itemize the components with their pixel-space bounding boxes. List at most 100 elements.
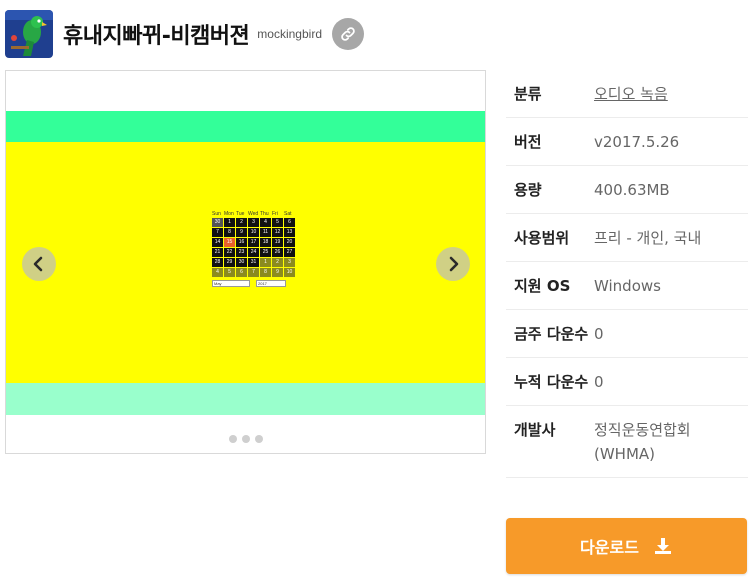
calendar-day[interactable]: 26 <box>272 248 283 257</box>
info-label: 분류 <box>514 85 542 103</box>
calendar-day[interactable]: 14 <box>212 238 223 247</box>
calendar-day[interactable]: 2 <box>236 218 247 227</box>
chevron-left-icon <box>33 256 43 272</box>
info-value: 프리 - 개인, 국내 <box>594 229 702 247</box>
info-label: 용량 <box>514 181 542 199</box>
slide-band-bottom <box>6 383 485 415</box>
calendar-day[interactable]: 23 <box>236 248 247 257</box>
info-value: 0 <box>594 373 604 391</box>
calendar-day[interactable]: 19 <box>272 238 283 247</box>
calendar-day[interactable]: 13 <box>284 228 295 237</box>
app-header: 휴내지빠뀌-비캠버젼 mockingbird <box>5 10 745 58</box>
app-author[interactable]: mockingbird <box>257 27 322 41</box>
calendar-day[interactable]: 3 <box>284 258 295 267</box>
calendar-day[interactable]: 27 <box>284 248 295 257</box>
calendar-day[interactable]: 15 <box>224 238 235 247</box>
info-row: 용량 400.63MB <box>506 166 748 214</box>
info-label: 사용범위 <box>514 229 570 247</box>
calendar-day[interactable]: 25 <box>260 248 271 257</box>
info-value: 정직운동연합회(WHMA) <box>594 421 691 463</box>
calendar-day[interactable]: 4 <box>260 218 271 227</box>
chevron-right-icon <box>449 256 459 272</box>
info-value: 0 <box>594 325 604 343</box>
info-value: Windows <box>594 277 661 295</box>
calendar-day[interactable]: 16 <box>236 238 247 247</box>
calendar-day[interactable]: 8 <box>224 228 235 237</box>
calendar-day[interactable]: 9 <box>236 228 247 237</box>
calendar-day[interactable]: 1 <box>260 258 271 267</box>
info-label: 누적 다운수 <box>514 373 589 391</box>
info-row: 버전 v2017.5.26 <box>506 118 748 166</box>
calendar-day[interactable]: 24 <box>248 248 259 257</box>
info-row: 누적 다운수 0 <box>506 358 748 406</box>
calendar-day[interactable]: 21 <box>212 248 223 257</box>
slide-band-top <box>6 111 485 142</box>
calendar-day[interactable]: 22 <box>224 248 235 257</box>
calendar-day[interactable]: 6 <box>284 218 295 227</box>
info-row: 지원 OS Windows <box>506 262 748 310</box>
pagination-dot[interactable] <box>254 435 263 443</box>
calendar-day[interactable]: 11 <box>260 228 271 237</box>
calendar-day[interactable]: 20 <box>284 238 295 247</box>
calendar-weekday: Fri <box>272 211 278 217</box>
download-button[interactable]: 다운로드 <box>506 518 747 574</box>
calendar-weekday: Wed <box>248 211 259 217</box>
month-select[interactable]: May <box>212 280 250 287</box>
pagination-dot[interactable] <box>228 435 237 443</box>
pagination-dot[interactable] <box>241 435 250 443</box>
calendar-day[interactable]: 5 <box>224 268 235 277</box>
download-label: 다운로드 <box>580 538 639 557</box>
screenshot-gallery: Sun Mon Tue Wed Thu Fri Sat 30 1 2 3 4 5 6 7 8 9 10 11 12 1… <box>5 70 486 454</box>
parrot-app-icon <box>5 10 53 58</box>
app-title: 휴내지빠뀌-비캠버젼 <box>63 24 250 49</box>
calendar-weekday: Mon <box>224 211 234 217</box>
category-link[interactable]: 오디오 녹음 <box>594 82 668 106</box>
calendar-day[interactable]: 30 <box>236 258 247 267</box>
calendar-weekdays: Sun Mon Tue Wed Thu Fri Sat <box>212 211 294 217</box>
app-info-panel: 분류 오디오 녹음버전 v2017.5.26 용량 400.63MB 사용범위 프리 - 개… <box>506 70 748 478</box>
info-value: 400.63MB <box>594 181 670 199</box>
calendar-day[interactable]: 29 <box>224 258 235 267</box>
calendar-day[interactable]: 7 <box>248 268 259 277</box>
calendar-day[interactable]: 10 <box>284 268 295 277</box>
calendar-weekday: Sun <box>212 211 221 217</box>
calendar-day[interactable]: 8 <box>260 268 271 277</box>
calendar-day[interactable]: 2 <box>272 258 283 267</box>
link-icon <box>341 27 355 41</box>
info-row: 개발사 정직운동연합회(WHMA) <box>506 406 748 478</box>
info-label: 버전 <box>514 133 542 151</box>
calendar-day[interactable]: 7 <box>212 228 223 237</box>
info-row: 사용범위 프리 - 개인, 국내 <box>506 214 748 262</box>
calendar-weekday: Tue <box>236 211 245 217</box>
calendar-day[interactable]: 12 <box>272 228 283 237</box>
calendar-day[interactable]: 31 <box>248 258 259 267</box>
calendar-day[interactable]: 28 <box>212 258 223 267</box>
calendar-day[interactable]: 10 <box>248 228 259 237</box>
info-label: 금주 다운수 <box>514 325 589 343</box>
calendar-weekday: Sat <box>284 211 292 217</box>
calendar-day[interactable]: 1 <box>224 218 235 227</box>
calendar-day[interactable]: 4 <box>212 268 223 277</box>
calendar-weekday: Thu <box>260 211 269 217</box>
calendar-day[interactable]: 18 <box>260 238 271 247</box>
calendar-widget: Sun Mon Tue Wed Thu Fri Sat 30 1 2 3 4 5 6 7 8 9 10 11 12 1… <box>212 211 295 287</box>
gallery-prev-button[interactable] <box>22 247 56 281</box>
year-select[interactable]: 2017 <box>256 280 286 287</box>
info-value: v2017.5.26 <box>594 133 680 151</box>
info-label: 개발사 <box>514 421 556 439</box>
info-label: 지원 OS <box>514 277 571 295</box>
calendar-day[interactable]: 6 <box>236 268 247 277</box>
calendar-day[interactable]: 17 <box>248 238 259 247</box>
info-row: 금주 다운수 0 <box>506 310 748 358</box>
gallery-pagination <box>6 435 485 443</box>
calendar-day[interactable]: 30 <box>212 218 223 227</box>
info-row: 분류 오디오 녹음 <box>506 70 748 118</box>
download-icon <box>653 536 673 556</box>
calendar-day[interactable]: 9 <box>272 268 283 277</box>
calendar-day[interactable]: 5 <box>272 218 283 227</box>
gallery-next-button[interactable] <box>436 247 470 281</box>
copy-link-button[interactable] <box>332 18 364 50</box>
calendar-day[interactable]: 3 <box>248 218 259 227</box>
calendar-days: 30 1 2 3 4 5 6 7 8 9 10 11 12 13 14 15 16 17 18 19 20 21 22 23 2… <box>212 218 295 277</box>
gallery-slide: Sun Mon Tue Wed Thu Fri Sat 30 1 2 3 4 5 6 7 8 9 10 11 12 1… <box>6 111 485 415</box>
